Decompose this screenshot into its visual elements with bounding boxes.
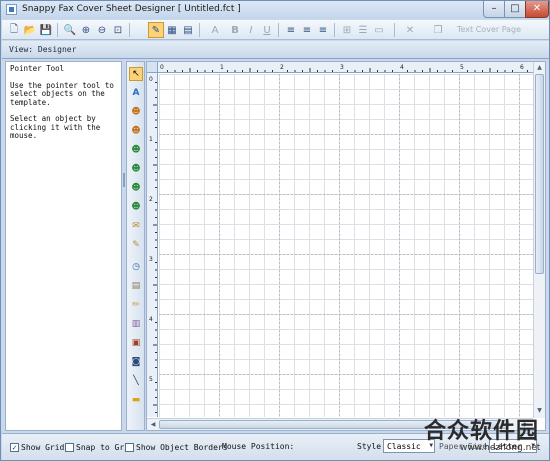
bring-front-icon[interactable]: ▭	[371, 22, 387, 38]
ruler-number: 4	[149, 316, 153, 323]
recipient-company-icon[interactable]: ☻	[129, 162, 143, 176]
show-object-borders-label: Show Object Borders	[136, 443, 228, 452]
pages-field-icon[interactable]: ✎	[129, 238, 143, 252]
clock-icon[interactable]: ◷	[129, 260, 143, 274]
bold-button[interactable]: B	[227, 22, 243, 38]
show-grid-label: Show Grid	[21, 443, 65, 452]
subject-field-icon[interactable]: ✉	[129, 219, 143, 233]
note-icon[interactable]: ▤	[129, 279, 143, 293]
title-bar: Snappy Fax Cover Sheet Designer [ Untitl…	[1, 1, 549, 19]
app-icon	[6, 4, 17, 15]
properties-view-icon[interactable]: ▤	[180, 22, 196, 38]
toolbar-separator	[199, 23, 200, 37]
sender-field-icon[interactable]: ☻	[129, 105, 143, 119]
help-panel: Pointer Tool Use the pointer tool to sel…	[5, 61, 122, 431]
new-document-icon[interactable]: 🗋	[6, 22, 22, 38]
toolbar-separator	[394, 23, 395, 37]
show-object-borders-box[interactable]	[125, 443, 134, 452]
text-cover-page-button[interactable]: Text Cover Page	[457, 25, 521, 34]
designer-view-icon[interactable]: ✎	[148, 22, 164, 38]
snap-to-grid-checkbox[interactable]: Snap to Grid	[65, 442, 134, 453]
vertical-ruler: 0123456	[147, 73, 158, 417]
close-button[interactable]: ✕	[525, 1, 549, 18]
style-value: Classic	[387, 442, 421, 451]
show-grid-check-icon[interactable]: ✓	[10, 443, 19, 452]
watermark-logo: 合众软件园 www.hezhong.net	[420, 413, 550, 461]
memo-icon[interactable]: ▥	[129, 317, 143, 331]
zoom-fit-icon[interactable]: ⊡	[110, 22, 126, 38]
ruler-number: 5	[149, 376, 153, 383]
mouse-position-label: Mouse Position:	[222, 442, 295, 451]
app-window: Snappy Fax Cover Sheet Designer [ Untitl…	[0, 0, 550, 461]
ruler-number: 1	[149, 136, 153, 143]
zoom-in-icon[interactable]: ⊕	[78, 22, 94, 38]
tool-palette: ↖ A ☻ ☻ ☻ ☻ ☻ ☻ ✉ ✎ ◷ ▤ ✏ ▥ ▣ ◙ ╲ ▬	[126, 61, 145, 431]
show-object-borders-checkbox[interactable]: Show Object Borders	[125, 442, 228, 453]
print-preview-icon[interactable]: 🔍	[62, 22, 78, 38]
design-grid[interactable]	[159, 74, 533, 417]
recipient-phone-icon[interactable]: ☻	[129, 200, 143, 214]
italic-button[interactable]: I	[243, 22, 259, 38]
minimize-button[interactable]: –	[483, 1, 505, 18]
pencil-icon[interactable]: ✏	[129, 298, 143, 312]
recipient-field-icon[interactable]: ☻	[129, 143, 143, 157]
ruler-number: 2	[149, 196, 153, 203]
list-icon[interactable]: ☰	[355, 22, 371, 38]
ruler-number: 2	[280, 64, 284, 71]
copy-icon[interactable]: ❐	[430, 22, 446, 38]
zoom-out-icon[interactable]: ⊖	[94, 22, 110, 38]
vertical-scroll-thumb[interactable]	[535, 74, 544, 274]
snap-to-grid-box[interactable]	[65, 443, 74, 452]
watermark-url: www.hezhong.net	[460, 443, 541, 453]
toolbar-separator	[334, 23, 335, 37]
align-left-icon[interactable]: ≡	[283, 22, 299, 38]
style-label: Style:	[357, 442, 386, 451]
maximize-button[interactable]: □	[504, 1, 526, 18]
toolbar-separator	[278, 23, 279, 37]
scroll-up-icon[interactable]: ▲	[535, 63, 544, 73]
line-tool-icon[interactable]: ╲	[129, 374, 143, 388]
rectangle-tool-icon[interactable]: ▬	[129, 393, 143, 407]
camera-icon[interactable]: ◙	[129, 355, 143, 369]
toolbar-separator	[57, 23, 58, 37]
scroll-left-icon[interactable]: ◀	[148, 420, 158, 429]
ruler-number: 1	[220, 64, 224, 71]
save-icon[interactable]: 💾	[38, 22, 54, 38]
ruler-number: 0	[149, 76, 153, 83]
align-right-icon[interactable]: ≡	[315, 22, 331, 38]
ruler-number: 3	[149, 256, 153, 263]
font-icon[interactable]: A	[207, 22, 223, 38]
ruler-corner	[147, 62, 158, 73]
ruler-number: 6	[520, 64, 524, 71]
vertical-scrollbar[interactable]: ▲ ▼	[533, 62, 545, 418]
help-title: Pointer Tool	[10, 64, 65, 73]
splitter-grip[interactable]	[123, 173, 125, 187]
delete-icon[interactable]: ✕	[402, 22, 418, 38]
watermark-text: 合众软件园	[424, 419, 540, 444]
pointer-tool-icon[interactable]: ↖	[129, 67, 143, 81]
ruler-number: 0	[160, 64, 164, 71]
ruler-number: 5	[460, 64, 464, 71]
ruler-number: 4	[400, 64, 404, 71]
help-paragraph-1: Use the pointer tool to select objects o…	[10, 80, 114, 107]
show-grid-checkbox[interactable]: ✓ Show Grid	[10, 442, 64, 453]
recipient-fax-icon[interactable]: ☻	[129, 181, 143, 195]
ruler-number: 3	[340, 64, 344, 71]
underline-button[interactable]: U	[259, 22, 275, 38]
open-folder-icon[interactable]: 📂	[22, 22, 38, 38]
view-label: View: Designer	[9, 45, 77, 54]
align-center-icon[interactable]: ≡	[299, 22, 315, 38]
toolbar-separator	[129, 23, 130, 37]
sender-company-icon[interactable]: ☻	[129, 124, 143, 138]
preview-view-icon[interactable]: ▦	[164, 22, 180, 38]
horizontal-ruler: 0 1 2 3 4 5 6	[158, 62, 533, 73]
text-tool-icon[interactable]: A	[129, 86, 143, 100]
help-paragraph-2: Select an object by clicking it with the…	[10, 114, 101, 140]
view-bar: View: Designer	[2, 41, 549, 59]
image-icon[interactable]: ▣	[129, 336, 143, 350]
window-title: Snappy Fax Cover Sheet Designer [ Untitl…	[22, 4, 241, 14]
design-canvas[interactable]: 0123456 0123456 ▲ ▼ ◀ ▶	[146, 61, 546, 431]
grid-align-icon[interactable]: ⊞	[339, 22, 355, 38]
toolbar: 🗋 📂 💾 🔍 ⊕ ⊖ ⊡ ✎ ▦ ▤ A B I U ≡ ≡ ≡ ⊞ ☰ ▭ …	[2, 20, 549, 40]
